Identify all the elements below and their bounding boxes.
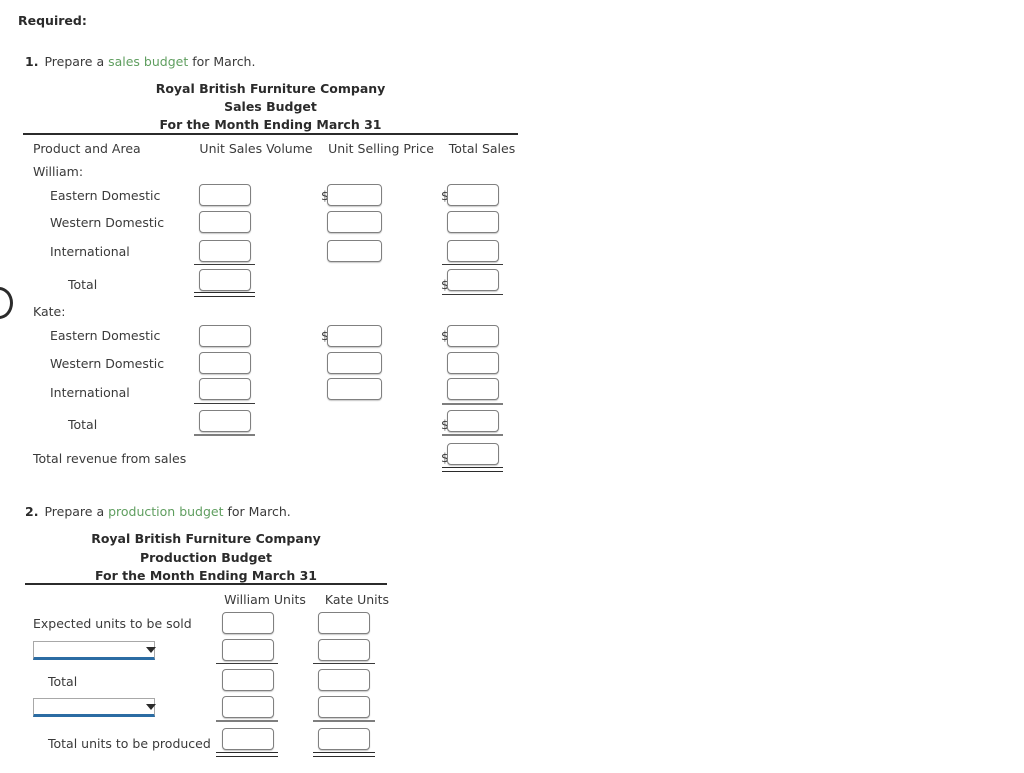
input-kate-eastern-total[interactable] (447, 325, 499, 347)
input-production-2-william[interactable] (222, 669, 274, 691)
input-kate-total-sales[interactable] (447, 410, 499, 432)
sales-grand-total-label: Total revenue from sales (33, 451, 187, 466)
input-kate-western-price[interactable] (327, 352, 382, 374)
input-william-eastern-price[interactable] (327, 184, 382, 206)
input-production-3-kate[interactable] (318, 696, 370, 718)
production-total-double-rule-kate (313, 752, 375, 757)
sales-total-label-william: Total (68, 277, 98, 292)
production-row-label-0: Expected units to be sold (33, 616, 192, 631)
input-william-international-total[interactable] (447, 240, 499, 262)
input-kate-eastern-price[interactable] (327, 325, 382, 347)
sales-budget-statement: Sales Budget (224, 99, 317, 114)
sales-budget-link[interactable]: sales budget (108, 54, 188, 69)
question-1-text-before: Prepare a (44, 54, 105, 69)
question-2-number: 2. (25, 504, 39, 519)
input-william-total-sales[interactable] (447, 269, 499, 291)
input-kate-international-price[interactable] (327, 378, 382, 400)
production-subtotal-rule-kate-1 (313, 663, 375, 664)
total-rule-kate-sales (442, 434, 503, 436)
question-1-text-after: for March. (192, 54, 256, 69)
sales-column-header-0: Product and Area (33, 141, 141, 156)
sales-budget-period: For the Month Ending March 31 (159, 117, 382, 132)
question-2-text-before: Prepare a (44, 504, 105, 519)
question-2-text-after: for March. (227, 504, 291, 519)
input-kate-international-total[interactable] (447, 378, 499, 400)
input-kate-eastern-volume[interactable] (199, 325, 251, 347)
grand-total-double-rule (442, 467, 503, 472)
production-budget-header-rule (25, 583, 387, 585)
sales-row-label-william-0: Eastern Domestic (50, 188, 161, 203)
sales-row-label-kate-2: International (50, 385, 130, 400)
input-grand-total-sales[interactable] (447, 443, 499, 465)
input-william-western-total[interactable] (447, 211, 499, 233)
sales-column-header-1: Unit Sales Volume (199, 141, 313, 156)
input-william-western-volume[interactable] (199, 211, 251, 233)
sales-total-label-kate: Total (68, 417, 98, 432)
production-row-label-2: Total (48, 674, 78, 689)
subtotal-rule-william-total (442, 264, 503, 265)
production-account-select-2[interactable]: Desired ending inventory, March 31Estima… (33, 698, 155, 717)
input-william-total-volume[interactable] (199, 269, 251, 291)
production-subtotal-rule-william-1 (216, 663, 278, 664)
input-william-international-volume[interactable] (199, 240, 251, 262)
production-total-double-rule-william (216, 752, 278, 757)
input-production-0-kate[interactable] (318, 612, 370, 634)
input-kate-total-volume[interactable] (199, 410, 251, 432)
total-rule-kate-volume (194, 434, 255, 436)
input-william-western-price[interactable] (327, 211, 382, 233)
sales-budget-header-rule (23, 133, 518, 135)
required-heading: Required: (18, 13, 87, 28)
edge-circle-artifact (0, 287, 13, 319)
subtotal-rule-william-volume (194, 264, 255, 265)
sales-row-label-william-1: Western Domestic (50, 215, 165, 230)
input-kate-western-total[interactable] (447, 352, 499, 374)
input-production-0-william[interactable] (222, 612, 274, 634)
input-william-eastern-total[interactable] (447, 184, 499, 206)
input-william-eastern-volume[interactable] (199, 184, 251, 206)
input-william-international-price[interactable] (327, 240, 382, 262)
input-production-1-kate[interactable] (318, 639, 370, 661)
question-2: 2. Prepare a production budget for March. (25, 504, 291, 519)
sales-column-header-2: Unit Selling Price (328, 141, 434, 156)
sales-column-header-3: Total Sales (448, 141, 516, 156)
sales-group-name-kate: Kate: (33, 304, 66, 319)
subtotal-rule-kate-total (442, 403, 503, 405)
sales-budget-company: Royal British Furniture Company (155, 81, 386, 96)
input-production-4-kate[interactable] (318, 728, 370, 750)
production-budget-statement: Production Budget (139, 550, 273, 565)
input-kate-western-volume[interactable] (199, 352, 251, 374)
subtotal-rule-kate-volume (194, 403, 255, 404)
sales-group-name-william: William: (33, 164, 84, 179)
production-account-select-1[interactable]: Desired ending inventory, March 31Estima… (33, 641, 155, 660)
production-budget-period: For the Month Ending March 31 (95, 568, 317, 583)
sales-row-label-kate-1: Western Domestic (50, 356, 165, 371)
production-subtotal-rule-william-2 (216, 720, 278, 722)
input-production-2-kate[interactable] (318, 669, 370, 691)
total-rule-william-sales (442, 294, 503, 295)
production-column-header-william: William Units (224, 592, 306, 607)
input-production-3-william[interactable] (222, 696, 274, 718)
input-production-4-william[interactable] (222, 728, 274, 750)
input-kate-international-volume[interactable] (199, 378, 251, 400)
production-budget-company: Royal British Furniture Company (91, 531, 321, 546)
production-budget-link[interactable]: production budget (108, 504, 223, 519)
sales-row-label-william-2: International (50, 244, 130, 259)
input-production-1-william[interactable] (222, 639, 274, 661)
question-1-number: 1. (25, 54, 39, 69)
total-double-rule-william-volume (194, 292, 255, 297)
production-row-label-4: Total units to be produced (48, 736, 211, 751)
production-subtotal-rule-kate-2 (313, 720, 375, 722)
production-column-header-kate: Kate Units (324, 592, 390, 607)
sales-row-label-kate-0: Eastern Domestic (50, 328, 161, 343)
question-1: 1. Prepare a sales budget for March. (25, 54, 255, 69)
